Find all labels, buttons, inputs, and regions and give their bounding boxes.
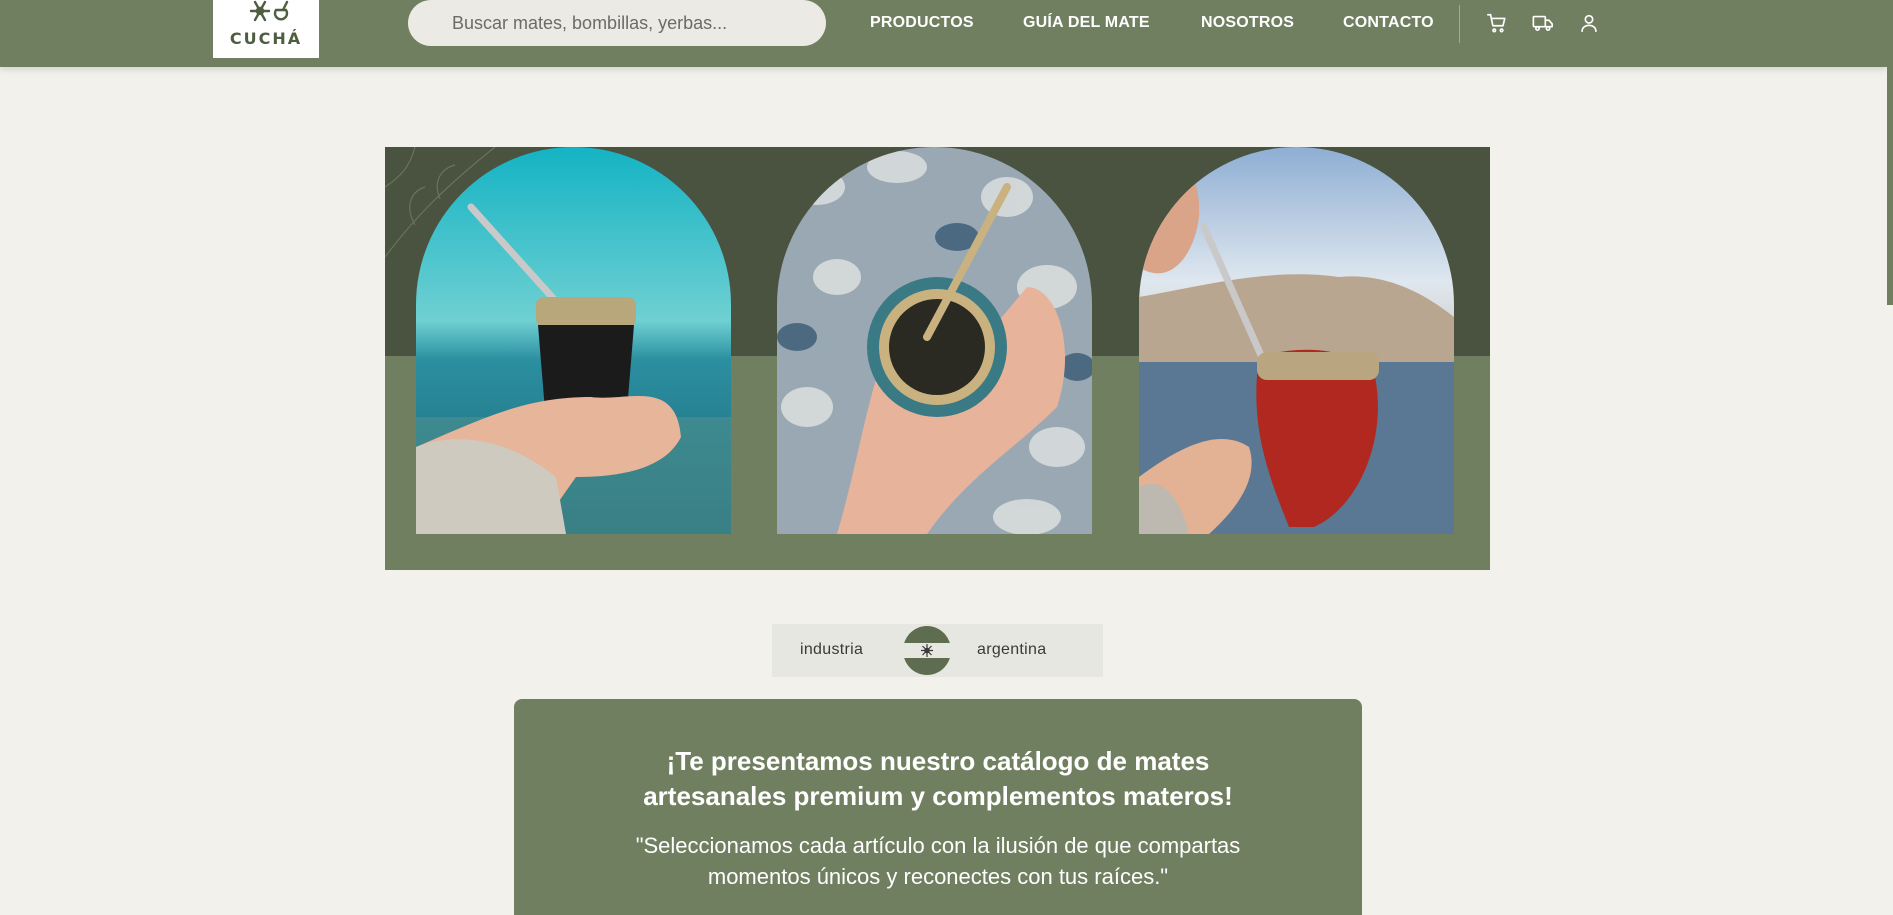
search-input[interactable] xyxy=(408,0,826,46)
scrollbar-thumb[interactable] xyxy=(1887,0,1893,305)
catalog-quote: "Seleccionamos cada artículo con la ilus… xyxy=(514,830,1362,892)
industria-argentina-badge: industria argentina xyxy=(772,624,1103,677)
truck-icon[interactable] xyxy=(1532,12,1554,34)
nav-productos[interactable]: PRODUCTOS xyxy=(870,14,974,32)
catalog-intro-card: ¡Te presentamos nuestro catálogo de mate… xyxy=(514,699,1362,915)
logo-text: CUCHÁ xyxy=(229,29,303,48)
user-icon[interactable] xyxy=(1578,12,1600,34)
catalog-title: ¡Te presentamos nuestro catálogo de mate… xyxy=(514,744,1362,814)
page-scrollbar[interactable] xyxy=(1887,0,1893,915)
nav-nosotros[interactable]: NOSOTROS xyxy=(1201,14,1294,32)
badge-left-text: industria xyxy=(800,641,864,658)
hero-image-3 xyxy=(1139,147,1454,534)
logo-mark-icon xyxy=(249,0,289,22)
catalog-title-line2: artesanales premium y complementos mater… xyxy=(643,781,1233,811)
nav-contacto[interactable]: CONTACTO xyxy=(1343,14,1434,32)
brand-logo[interactable]: CUCHÁ xyxy=(213,0,319,58)
catalog-quote-line2: momentos únicos y reconectes con tus raí… xyxy=(707,864,1169,889)
nav-guia-del-mate[interactable]: GUÍA DEL MATE xyxy=(1023,14,1150,32)
badge-right-text: argentina xyxy=(977,641,1047,658)
hero-banner xyxy=(385,147,1490,570)
cart-icon[interactable] xyxy=(1486,12,1508,34)
nav-divider xyxy=(1459,5,1460,43)
hero-image-1 xyxy=(416,147,731,534)
catalog-title-line1: ¡Te presentamos nuestro catálogo de mate… xyxy=(666,746,1210,776)
hero-image-2 xyxy=(777,147,1092,534)
site-header: CUCHÁ PRODUCTOS GUÍA DEL MATE NOSOTROS C… xyxy=(0,0,1887,67)
sun-emblem-icon xyxy=(903,626,951,675)
catalog-quote-line1: "Seleccionamos cada artículo con la ilus… xyxy=(635,833,1241,858)
